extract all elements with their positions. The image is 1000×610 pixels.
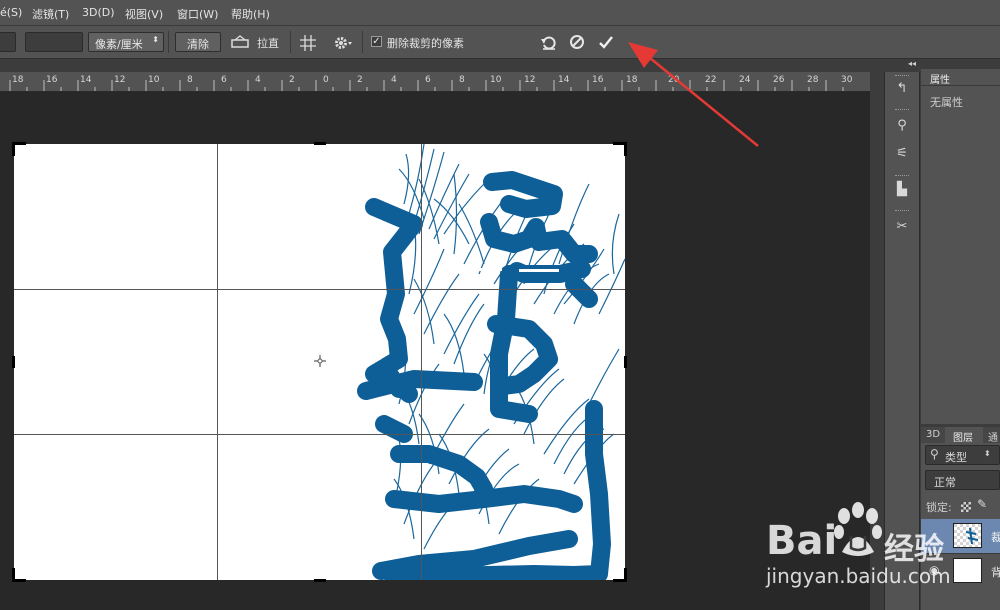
reset-icon[interactable] [540, 34, 558, 52]
ruler-label: 16 [46, 75, 58, 85]
grip-icon[interactable] [895, 210, 909, 213]
ruler-label: 26 [773, 75, 785, 85]
menu-view[interactable]: 视图(V) [125, 6, 163, 22]
ruler-label: 8 [459, 75, 465, 85]
crop-center-icon[interactable] [314, 355, 326, 367]
commit-check-icon[interactable] [598, 34, 614, 50]
gear-icon[interactable] [333, 35, 353, 51]
ruler-label: 14 [558, 75, 570, 85]
ratio-width-field[interactable] [0, 32, 16, 52]
select-arrows-icon: ⬍ [984, 449, 991, 458]
baidu-watermark: Bai 经验 jingyan.baidu.com [766, 500, 1000, 605]
crop-grid-line [421, 144, 422, 580]
ruler-label: 2 [357, 75, 363, 85]
overlay-grid-icon[interactable] [300, 35, 316, 51]
ruler-label: 2 [289, 75, 295, 85]
crop-handle-bottom[interactable] [314, 579, 326, 582]
ruler-label: 10 [490, 75, 502, 85]
layer-filter-select[interactable]: ⚲ 类型 ⬍ [925, 445, 1000, 465]
brush-settings-icon[interactable]: ⚟ [893, 146, 911, 164]
crop-handle-bottom-left[interactable] [12, 579, 26, 582]
divider [168, 31, 169, 53]
watermark-suffix: 经验 [884, 532, 944, 567]
watermark-brand: Bai [766, 518, 838, 564]
search-icon: ⚲ [930, 447, 939, 461]
menu-select[interactable]: é(S) [0, 6, 22, 19]
cancel-icon[interactable] [569, 34, 585, 50]
units-select-value: 像素/厘米 [95, 38, 143, 51]
watermark-url: jingyan.baidu.com [766, 564, 951, 588]
divider [921, 85, 1000, 86]
units-select[interactable]: 像素/厘米 ⬍ [88, 32, 164, 52]
grip-icon[interactable] [895, 175, 909, 178]
ruler-label: 4 [391, 75, 397, 85]
paw-logo-icon [834, 502, 882, 556]
ruler-label: 12 [524, 75, 536, 85]
blend-mode-select[interactable]: 正常 [925, 470, 1000, 490]
tool-presets-icon[interactable]: ✂ [893, 219, 911, 237]
menu-window[interactable]: 窗口(W) [177, 6, 218, 22]
delete-cropped-checkbox[interactable]: ✓ [371, 36, 382, 47]
ruler-label: 6 [221, 75, 227, 85]
ruler-label: 0 [323, 75, 329, 85]
crop-handle-right[interactable] [624, 356, 627, 368]
select-arrows-icon: ⬍ [152, 35, 159, 44]
document-canvas[interactable] [14, 144, 625, 580]
ruler-label: 10 [148, 75, 160, 85]
options-bar: 像素/厘米 ⬍ 清除 拉直 ✓ 删除裁剪的像素 [0, 26, 1000, 59]
grip-icon[interactable] [895, 75, 909, 78]
annotation-arrow [628, 42, 759, 147]
ruler-label: 16 [592, 75, 604, 85]
straighten-icon[interactable] [231, 35, 249, 49]
menu-3d[interactable]: 3D(D) [82, 6, 115, 19]
filter-kind-value: 类型 [945, 451, 967, 464]
tab-3d[interactable]: 3D [921, 427, 946, 443]
brush-presets-icon[interactable]: ⚲ [893, 118, 911, 136]
ruler-label: 14 [80, 75, 92, 85]
ruler-label: 28 [807, 75, 819, 85]
menu-bar: é(S) 滤镜(T) 3D(D) 视图(V) 窗口(W) 帮助(H) [0, 0, 1000, 26]
crop-grid-line [217, 144, 218, 580]
tab-channels[interactable]: 通 [983, 427, 1000, 444]
crop-grid-line [14, 289, 625, 290]
crop-handle-top[interactable] [314, 142, 326, 145]
crop-handle-top-left[interactable] [12, 142, 15, 156]
grip-icon[interactable] [895, 109, 909, 112]
tab-properties[interactable]: 属性 [925, 69, 955, 86]
menu-filter[interactable]: 滤镜(T) [32, 6, 69, 22]
clear-button[interactable]: 清除 [175, 32, 221, 52]
collapse-icon[interactable]: ◂◂ [884, 59, 920, 71]
delete-cropped-label: 删除裁剪的像素 [387, 37, 464, 50]
history-icon[interactable]: ↰ [893, 81, 911, 99]
divider [290, 31, 291, 53]
menu-help[interactable]: 帮助(H) [231, 6, 270, 22]
crop-handle-bottom-right[interactable] [613, 579, 627, 582]
crop-handle-left[interactable] [12, 356, 15, 368]
ruler-label: 4 [255, 75, 261, 85]
tab-layers[interactable]: 图层 [948, 427, 978, 444]
properties-panel: 属性 无属性 [921, 69, 1000, 424]
straighten-label: 拉直 [257, 37, 279, 50]
ruler-label: 12 [114, 75, 126, 85]
ruler-label: 6 [425, 75, 431, 85]
ruler-label: 30 [841, 75, 853, 85]
ruler-label: 8 [187, 75, 193, 85]
no-properties-text: 无属性 [930, 96, 963, 109]
ratio-height-field[interactable] [25, 32, 83, 52]
divider [362, 31, 363, 53]
crop-grid-line [14, 434, 625, 435]
clone-source-icon[interactable]: ▙ [893, 182, 911, 200]
ruler-label: 18 [12, 75, 24, 85]
blend-mode-value: 正常 [934, 476, 956, 489]
